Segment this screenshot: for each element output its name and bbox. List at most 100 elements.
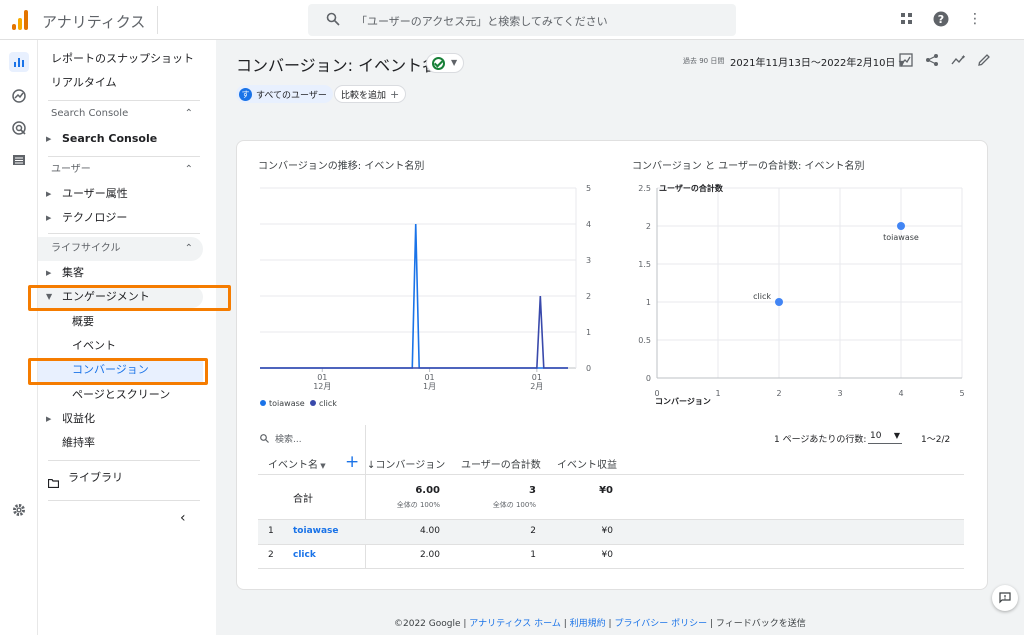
table-row[interactable]: 1 toiawase 4.00 2 ¥0 [258, 520, 964, 544]
feedback-icon[interactable] [992, 585, 1018, 611]
total-users-share: 全体の 100% [492, 501, 536, 509]
sidebar-item-snapshot[interactable]: レポートのスナップショット [38, 47, 216, 71]
customize-report-icon[interactable] [898, 52, 914, 68]
svg-text:✦: ✦ [961, 54, 965, 61]
footer-link-feedback[interactable]: フィードバックを送信 [716, 619, 806, 629]
sidebar-item-monetization[interactable]: ▶ 収益化 [38, 407, 216, 431]
rows-per-page-select[interactable]: 10 ▼ [868, 430, 902, 444]
row-link-toiawase[interactable]: toiawase [293, 526, 339, 536]
legend-marker-toiawase [260, 400, 266, 406]
x-tick-label: 2 [776, 389, 781, 398]
copyright: ©2022 Google [394, 619, 461, 629]
sidebar-item-library[interactable]: ライブラリ [38, 466, 216, 490]
search-bar[interactable]: 「ユーザーのアクセス元」と検索してみてください [308, 4, 736, 36]
y-tick-label: 5 [586, 184, 591, 193]
sidebar-item-search-console[interactable]: ▶ Search Console [38, 127, 216, 151]
sidebar-section-search-console[interactable]: Search Console ⌃ [38, 102, 203, 126]
search-input[interactable]: 「ユーザーのアクセス元」と検索してみてください [356, 13, 608, 29]
column-header-event-name[interactable]: イベント名 ▼ [268, 456, 326, 471]
dropdown-arrow-icon: ▼ [451, 58, 458, 67]
y-tick-label: 4 [586, 220, 591, 229]
x-tick-month: 2月 [530, 382, 543, 391]
sidebar-item-acquisition[interactable]: ▶ 集客 [38, 261, 216, 285]
scatter-chart-title: コンバージョン と ユーザーの合計数: イベント名別 [632, 161, 865, 172]
sidebar-nav: レポートのスナップショット リアルタイム Search Console ⌃ ▶ Se… [28, 40, 231, 635]
highlight-box-engagement [28, 285, 231, 311]
sidebar-item-events[interactable]: イベント [38, 334, 216, 358]
sidebar-item-realtime[interactable]: リアルタイム [38, 71, 216, 95]
y-tick-label: 2 [586, 292, 591, 301]
divider [157, 6, 158, 34]
column-header-users[interactable]: ユーザーの合計数 [461, 456, 541, 471]
y-tick-label: 1 [646, 298, 651, 307]
sidebar-item-retention[interactable]: 維持率 [38, 431, 216, 455]
footer-link-privacy[interactable]: プライバシー ポリシー [614, 619, 707, 629]
x-tick-day: 01 [532, 373, 542, 382]
help-icon[interactable]: ? [932, 10, 950, 28]
column-header-conversions[interactable]: ↓コンバージョン [367, 456, 445, 471]
audience-chip[interactable]: す すべてのユーザー [236, 85, 333, 103]
search-icon [326, 12, 340, 26]
highlight-box-conversions [28, 358, 208, 385]
configure-icon[interactable] [9, 150, 29, 170]
scatter-chart[interactable]: 2.521.510.500 1 2 3 4 5ユーザーの合計数コンバージョンtoiawas… [630, 180, 970, 415]
sidebar-section-user[interactable]: ユーザー ⌃ [38, 158, 203, 182]
app-title[interactable]: アナリティクス [42, 11, 145, 32]
more-vert-icon[interactable]: ⋮ [966, 10, 984, 28]
svg-text:?: ? [938, 13, 944, 26]
table-row[interactable]: 2 click 2.00 1 ¥0 [258, 544, 964, 568]
line-chart[interactable]: 5432100112月011月012月toiawase click [250, 180, 610, 415]
scatter-point-click [775, 298, 783, 306]
advertising-icon[interactable] [9, 118, 29, 138]
table-search[interactable]: 検索... [260, 432, 302, 445]
y-tick-label: 1 [586, 328, 591, 337]
y-tick-label: 3 [586, 256, 591, 265]
search-icon [260, 434, 269, 443]
analytics-logo-icon[interactable] [12, 10, 30, 30]
date-range-picker[interactable]: 2021年11月13日～2022年2月10日 ▼ [730, 54, 905, 69]
y-tick-label: 2 [646, 222, 651, 231]
sidebar-item-pages[interactable]: ページとスクリーン [38, 383, 216, 407]
divider [258, 568, 964, 569]
chevron-up-icon: ⌃ [184, 164, 193, 175]
column-header-revenue[interactable]: イベント収益 [557, 456, 617, 471]
check-circle-icon [432, 57, 445, 70]
expand-arrow-icon: ▶ [46, 214, 52, 222]
sidebar-item-overview[interactable]: 概要 [38, 310, 216, 334]
line-chart-title: コンバージョンの推移: イベント名別 [258, 161, 425, 172]
sidebar-section-lifecycle[interactable]: ライフサイクル ⌃ [38, 237, 203, 261]
footer-link-terms[interactable]: 利用規約 [570, 619, 606, 629]
edit-pencil-icon[interactable] [976, 52, 992, 68]
add-dimension-button[interactable]: + [345, 452, 359, 472]
dropdown-arrow-icon: ▼ [893, 431, 900, 440]
expand-arrow-icon: ▶ [46, 135, 52, 143]
report-status-dropdown[interactable]: ▼ [426, 53, 464, 73]
table-search-input[interactable]: 検索... [275, 432, 302, 445]
apps-grid-icon[interactable] [898, 10, 916, 28]
dropdown-arrow-icon: ▼ [318, 462, 326, 470]
add-comparison-button[interactable]: 比較を追加 + [334, 85, 407, 103]
x-tick-label: 5 [959, 389, 964, 398]
legend-label-toiawase: toiawase [269, 399, 305, 408]
share-icon[interactable] [924, 52, 940, 68]
y-tick-label: 0 [646, 374, 651, 383]
footer-link-home[interactable]: アナリティクス ホーム [469, 619, 561, 629]
sidebar-item-technology[interactable]: ▶ テクノロジー [38, 206, 216, 230]
expand-arrow-icon: ▶ [46, 415, 52, 423]
row-link-click[interactable]: click [293, 550, 316, 560]
x-tick-day: 01 [424, 373, 434, 382]
settings-gear-icon[interactable] [9, 500, 29, 520]
collapse-sidebar-icon[interactable]: ‹ [180, 510, 186, 526]
explore-icon[interactable] [9, 86, 29, 106]
total-revenue: ¥0 [599, 485, 613, 496]
x-tick-month: 1月 [423, 382, 436, 391]
avatar: す [239, 87, 252, 101]
reports-icon[interactable] [9, 52, 29, 72]
sidebar-item-user-attributes[interactable]: ▶ ユーザー属性 [38, 182, 216, 206]
page-title: コンバージョン: イベント名 [236, 56, 439, 75]
x-tick-month: 12月 [313, 382, 331, 391]
insights-icon[interactable]: ✦ [950, 52, 966, 68]
chevron-up-icon: ⌃ [184, 108, 193, 119]
legend-label-click: click [319, 399, 337, 408]
x-tick-label: 1 [715, 389, 720, 398]
